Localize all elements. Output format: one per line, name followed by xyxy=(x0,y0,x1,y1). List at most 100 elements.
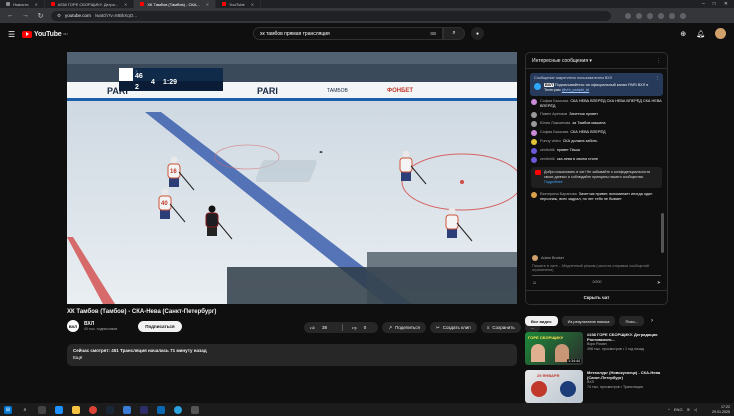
app-icon[interactable] xyxy=(123,405,131,414)
extension-icon[interactable] xyxy=(636,12,642,19)
windows-start-icon[interactable]: ⊞ xyxy=(4,405,12,414)
system-tray: ^ ENG ≋ ◁ xyxy=(668,407,697,412)
recommended-video[interactable]: 29 ЯНВАРЯ Металлург (Новокузнецк) - СКА-… xyxy=(525,370,665,403)
forward-arrow-icon[interactable]: → xyxy=(21,12,30,19)
minimize-button[interactable]: – xyxy=(702,1,705,7)
video-thumbnail[interactable]: 29 ЯНВАРЯ xyxy=(525,370,583,403)
menu-icon[interactable]: ☰ xyxy=(8,30,22,39)
notifications-icon[interactable]: 🔔︎ xyxy=(696,30,705,38)
profile-icon[interactable] xyxy=(680,12,686,19)
puck xyxy=(319,151,323,153)
chat-author[interactable]: Юлия Ложкинова xyxy=(540,121,570,125)
live-stats: Сейчас смотрят: 451 Трансляция началась … xyxy=(73,348,207,353)
chevron-up-icon[interactable]: ^ xyxy=(668,407,670,412)
scissors-icon: ✂ xyxy=(435,324,440,330)
save-button[interactable]: ≡ Сохранить xyxy=(480,322,521,333)
browser-tab-youtube[interactable]: YouTube ✕ xyxy=(216,0,262,8)
video-player[interactable]: PARI PARI ТАМБОВ ФОНБЕТ 46 2 4 1:29 7 40… xyxy=(67,52,517,304)
channel-avatar[interactable]: ВХЛ xyxy=(67,320,79,332)
chat-author[interactable]: София Бычкова xyxy=(540,99,568,103)
site-info-icon[interactable]: ⚙ xyxy=(57,13,61,19)
browser-tab-video-active[interactable]: ХК Тамбов (Тамбов) - СКА... ✕ xyxy=(134,0,217,8)
close-window-button[interactable]: ✕ xyxy=(724,1,728,7)
more-vert-icon[interactable]: ⋮ xyxy=(655,76,659,81)
chip-similar[interactable]: Похо... xyxy=(619,316,645,326)
reload-icon[interactable]: ↻ xyxy=(36,12,45,20)
hide-chat-button[interactable]: Скрыть чат xyxy=(526,290,667,304)
youtube-play-icon xyxy=(22,30,32,38)
chat-author[interactable]: София Бычкова xyxy=(540,130,568,134)
like-button[interactable]: 👍︎ 38 xyxy=(304,325,339,331)
chat-author[interactable]: Funny video xyxy=(540,139,561,143)
system-clock[interactable]: 17:22 29.01.2025 xyxy=(712,405,730,414)
chat-message: Funny video СКА должна забить xyxy=(531,139,662,145)
emoji-icon[interactable]: ☺ xyxy=(532,280,537,286)
more-vert-icon[interactable]: ⋮ xyxy=(656,58,661,64)
chat-author[interactable]: Павел Артемов xyxy=(540,112,567,116)
close-icon[interactable]: ✕ xyxy=(206,2,209,7)
chat-scrollbar[interactable] xyxy=(661,213,664,253)
channel-info: ВХЛ 40 тыс. подписчиков xyxy=(84,321,117,331)
file-explorer-icon[interactable] xyxy=(72,405,80,414)
wifi-icon[interactable]: ≋ xyxy=(687,407,690,412)
extension-icon[interactable] xyxy=(669,12,675,19)
app-icon[interactable] xyxy=(140,405,148,414)
chat-author[interactable]: zenitchik xyxy=(540,148,555,152)
maximize-button[interactable]: □ xyxy=(713,1,716,7)
steam-icon[interactable] xyxy=(106,405,114,414)
pinned-link[interactable]: @vhl_paripbl_bt xyxy=(562,88,590,92)
close-icon[interactable]: ✕ xyxy=(251,2,254,7)
chip-all[interactable]: Все видео xyxy=(525,316,558,326)
edge-icon[interactable] xyxy=(55,405,63,414)
back-arrow-icon[interactable]: ← xyxy=(6,12,15,19)
recommendation-chips: Все видео Из результатов поиска Похо... … xyxy=(525,316,656,326)
voice-search-button[interactable]: ● xyxy=(471,27,484,40)
team-logo xyxy=(560,381,576,397)
keyboard-icon[interactable]: ⌨ xyxy=(430,31,436,36)
chat-mode-dropdown[interactable]: Интересные сообщения ▾ xyxy=(532,58,592,64)
chat-author[interactable]: zenitchik xyxy=(540,157,555,161)
divider xyxy=(341,324,343,331)
chrome-icon[interactable] xyxy=(89,405,97,414)
extension-icon[interactable] xyxy=(625,12,631,19)
send-icon[interactable]: ➤ xyxy=(657,280,661,286)
extension-icon[interactable] xyxy=(647,12,653,19)
chevron-right-icon[interactable]: › xyxy=(648,316,656,326)
description-box[interactable]: Сейчас смотрят: 451 Трансляция началась … xyxy=(67,344,517,366)
avatar xyxy=(531,148,537,154)
language-indicator[interactable]: ENG xyxy=(674,407,683,412)
clip-button[interactable]: ✂ Создать клип xyxy=(429,322,477,333)
ad-board: ФОНБЕТ xyxy=(387,88,413,94)
chip-search-results[interactable]: Из результатов поиска xyxy=(561,316,616,326)
telegram-icon[interactable] xyxy=(174,405,182,414)
chat-input[interactable]: Пишите в чате... Медленный режим (частот… xyxy=(532,264,661,276)
subscribe-button[interactable]: Подписаться xyxy=(138,320,182,332)
share-button[interactable]: ↗ Поделиться xyxy=(382,322,426,333)
app-icon[interactable] xyxy=(191,405,199,414)
volume-icon[interactable]: ◁ xyxy=(694,407,697,412)
video-thumbnail[interactable]: ГОРЕ СБОРЩИКУ 1:34:44 xyxy=(525,332,583,365)
url-path: /watch?v=MBkXqO... xyxy=(94,13,137,18)
youtube-favicon-icon xyxy=(140,2,145,6)
vpn-icon[interactable] xyxy=(157,405,165,414)
extension-icon[interactable] xyxy=(658,12,664,19)
address-bar[interactable]: ⚙ youtube.com/watch?v=MBkXqO... xyxy=(51,10,611,21)
close-icon[interactable]: ✕ xyxy=(34,2,37,7)
dislike-button[interactable]: 👎︎ 0 xyxy=(346,325,378,331)
chat-messages: София Бычкова СКА НЕВА ВПЕРЁД СКА НЕВА ВП… xyxy=(526,99,667,163)
notice-learn-more-link[interactable]: Подробнее xyxy=(544,180,658,185)
arena-seats xyxy=(67,52,517,64)
show-more-link[interactable]: Ещё xyxy=(73,355,511,360)
create-icon[interactable]: ⊕ xyxy=(680,30,686,38)
search-input[interactable]: хк тамбов прямая трансляция ⌨ xyxy=(253,27,443,40)
close-icon[interactable]: ✕ xyxy=(124,2,127,7)
chat-author[interactable]: Екатерина Баранова xyxy=(540,192,577,196)
avatar[interactable] xyxy=(715,28,726,39)
task-view-icon[interactable] xyxy=(38,405,46,414)
browser-tab-video-1[interactable]: #238 ГОРЕ СБОРЩИКУ. Дегра... ✕ xyxy=(45,0,135,8)
youtube-logo[interactable]: YouTube RU xyxy=(22,30,68,38)
search-icon[interactable]: ⌕ xyxy=(21,406,29,414)
browser-tab-news[interactable]: Новости ✕ xyxy=(0,0,45,8)
recommended-video[interactable]: ГОРЕ СБОРЩИКУ 1:34:44 #238 ГОРЕ СБОРЩИКУ… xyxy=(525,332,665,365)
search-button[interactable]: ⌕ xyxy=(443,27,465,40)
